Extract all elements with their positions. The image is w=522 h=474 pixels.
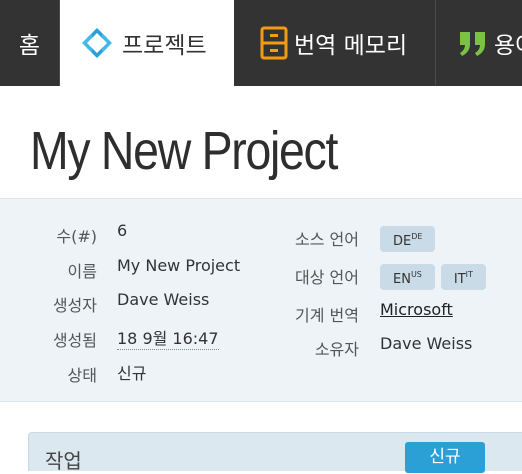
nav-tab-translation-memory[interactable]: 번역 메모리: [234, 0, 436, 86]
source-language-list: DEDE: [380, 226, 441, 252]
machine-translation-label: 기계 번역: [295, 306, 359, 325]
nav-tab-home[interactable]: 홈: [0, 0, 60, 86]
page-title: My New Project: [30, 121, 338, 181]
creator-label: 생성자: [52, 296, 97, 315]
created-value[interactable]: 18 9월 16:47: [117, 325, 219, 350]
target-language-label: 대상 언어: [295, 268, 359, 287]
cabinet-icon: [260, 26, 288, 60]
target-language-list: ENUS ITIT: [380, 264, 492, 290]
machine-translation-link[interactable]: Microsoft: [380, 300, 453, 319]
diamond-arrows-icon: [80, 26, 114, 60]
top-nav: 홈 프로젝트 번역 메모리 용: [0, 0, 522, 86]
quote-icon: [458, 28, 490, 58]
language-chip-target-en[interactable]: ENUS: [380, 264, 435, 290]
status-label: 상태: [67, 366, 97, 385]
tasks-title: 작업: [45, 449, 82, 473]
language-chip-target-it[interactable]: ITIT: [440, 264, 486, 290]
owner-value: Dave Weiss: [380, 334, 473, 353]
project-details-panel: 수(#) 6 이름 My New Project 생성자 Dave Weiss …: [0, 198, 522, 402]
nav-tab-translation-memory-label: 번역 메모리: [294, 33, 408, 59]
creator-value: Dave Weiss: [117, 290, 210, 309]
nav-tab-home-label: 홈: [18, 33, 41, 59]
page-header: My New Project: [0, 86, 522, 198]
number-value: 6: [117, 221, 128, 240]
number-label: 수(#): [56, 227, 97, 246]
name-value: My New Project: [117, 256, 241, 275]
created-label: 생성됨: [52, 331, 97, 350]
nav-tab-termbase-label: 용어집: [494, 33, 522, 59]
language-chip-source-de[interactable]: DEDE: [380, 226, 436, 252]
status-value: 신규: [117, 364, 147, 383]
owner-label: 소유자: [314, 340, 359, 359]
nav-tab-termbase[interactable]: 용어집: [436, 0, 522, 86]
tasks-section-header: 작업 신규: [28, 432, 522, 473]
name-label: 이름: [67, 262, 97, 281]
nav-tab-projects[interactable]: 프로젝트: [60, 0, 234, 86]
source-language-label: 소스 언어: [295, 230, 359, 249]
nav-tab-projects-label: 프로젝트: [122, 33, 207, 59]
new-task-button[interactable]: 신규: [405, 442, 485, 473]
